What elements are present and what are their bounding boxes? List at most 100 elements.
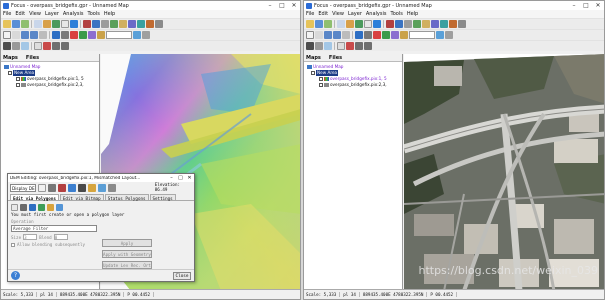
measure-icon[interactable]	[364, 31, 372, 39]
orange-tool-icon[interactable]	[449, 20, 457, 28]
tab-status-polygons[interactable]: Status Polygons	[104, 194, 149, 201]
globe-icon[interactable]	[70, 20, 78, 28]
polygon-layer-icon[interactable]	[38, 203, 45, 211]
menu-view[interactable]: View	[29, 11, 41, 17]
open-icon[interactable]	[306, 20, 314, 28]
area-checkbox[interactable]	[8, 71, 12, 75]
menu-file[interactable]: File	[3, 11, 11, 17]
pan-icon[interactable]	[12, 31, 20, 39]
layer1-checkbox[interactable]	[16, 77, 20, 81]
allow-blending-checkbox[interactable]	[11, 242, 15, 247]
pen-icon[interactable]	[38, 184, 46, 192]
shape-icon[interactable]	[324, 42, 332, 50]
polygon-icon[interactable]	[79, 31, 87, 39]
table-icon[interactable]	[364, 20, 372, 28]
purple-tool-icon[interactable]	[431, 20, 439, 28]
ortho-map-view[interactable]: https://blog.csdn.net/weixin_039	[404, 54, 604, 289]
draw-polygon-icon[interactable]	[20, 203, 27, 211]
scale-combo[interactable]	[106, 31, 132, 39]
delete-icon[interactable]	[43, 42, 51, 50]
size-spinbox[interactable]: 3	[23, 234, 38, 240]
menu-edit[interactable]: Edit	[318, 11, 328, 17]
tab-edit-via-polygons[interactable]: Edit via Polygons	[10, 194, 59, 201]
polygon-icon[interactable]	[382, 31, 390, 39]
layer-icon[interactable]	[43, 20, 51, 28]
brush-icon[interactable]	[88, 184, 96, 192]
pan-icon[interactable]	[315, 31, 323, 39]
red-pin-icon[interactable]	[58, 184, 66, 192]
grid-icon[interactable]	[337, 20, 345, 28]
menu-tools[interactable]: Tools	[391, 11, 403, 17]
purple-tool-icon[interactable]	[128, 20, 136, 28]
ruler-icon[interactable]	[142, 31, 150, 39]
red-tool-icon[interactable]	[83, 20, 91, 28]
dialog-minimize-icon[interactable]: –	[167, 175, 176, 181]
new-map-icon[interactable]	[324, 20, 332, 28]
misc-tool-icon[interactable]	[155, 20, 163, 28]
redo-icon[interactable]	[61, 42, 69, 50]
undo-icon[interactable]	[355, 42, 363, 50]
zoom-in-icon[interactable]	[324, 31, 332, 39]
draw-icon[interactable]	[3, 42, 11, 50]
display-dem-combo[interactable]: Display DEM	[10, 184, 36, 192]
text-icon[interactable]	[337, 42, 345, 50]
gray-tool-icon[interactable]	[101, 20, 109, 28]
menu-help[interactable]: Help	[104, 11, 115, 17]
tab-maps[interactable]: Maps	[3, 55, 18, 61]
maximize-icon[interactable]: □	[580, 1, 592, 10]
fit-icon[interactable]	[39, 31, 47, 39]
table-icon[interactable]	[61, 20, 69, 28]
menu-view[interactable]: View	[332, 11, 344, 17]
edit-icon[interactable]	[400, 31, 408, 39]
nav-icon[interactable]	[436, 31, 444, 39]
filter-dropdown[interactable]: Average Filter	[11, 225, 97, 232]
vertex-icon[interactable]	[88, 31, 96, 39]
minimize-icon[interactable]: –	[568, 1, 580, 10]
layer2-checkbox[interactable]	[319, 83, 323, 87]
cursor-icon[interactable]	[52, 31, 60, 39]
close-icon[interactable]: ✕	[592, 1, 604, 10]
cursor-icon[interactable]	[355, 31, 363, 39]
select-arrow-icon[interactable]	[306, 31, 314, 39]
tab-maps[interactable]: Maps	[306, 55, 321, 61]
line-icon[interactable]	[12, 42, 20, 50]
red-tool-icon[interactable]	[386, 20, 394, 28]
open-layer-icon[interactable]	[47, 203, 54, 211]
orthophoto-image[interactable]	[404, 54, 604, 289]
edit-icon[interactable]	[97, 31, 105, 39]
new-map-icon[interactable]	[21, 20, 29, 28]
menu-help[interactable]: Help	[407, 11, 418, 17]
layer2-checkbox[interactable]	[16, 83, 20, 87]
layer1-checkbox[interactable]	[319, 77, 323, 81]
layer-icon[interactable]	[346, 20, 354, 28]
help-icon[interactable]: ?	[11, 271, 20, 280]
area-checkbox[interactable]	[311, 71, 315, 75]
line-tool-icon[interactable]	[48, 184, 56, 192]
dialog-maximize-icon[interactable]: □	[176, 175, 185, 181]
gray-tool-icon[interactable]	[404, 20, 412, 28]
green-tool-icon[interactable]	[110, 20, 118, 28]
blend-spinbox[interactable]: 0	[53, 234, 68, 240]
text-icon[interactable]	[34, 42, 42, 50]
scale-combo[interactable]	[409, 31, 435, 39]
water-icon[interactable]	[98, 184, 106, 192]
globe-icon[interactable]	[373, 20, 381, 28]
teal-tool-icon[interactable]	[440, 20, 448, 28]
tree-layer-row[interactable]: overpass_bridgefix.pix:2,3,	[4, 82, 99, 88]
raster-icon[interactable]	[355, 20, 363, 28]
marker-icon[interactable]	[373, 31, 381, 39]
tab-edit-via-bitmap[interactable]: Edit via Bitmap	[59, 194, 104, 201]
fit-icon[interactable]	[342, 31, 350, 39]
tab-files[interactable]: Files	[329, 55, 342, 61]
select-polygon-icon[interactable]	[29, 203, 36, 211]
close-icon[interactable]: ✕	[288, 1, 300, 10]
yellow-tool-icon[interactable]	[119, 20, 127, 28]
raster-icon[interactable]	[52, 20, 60, 28]
update-button[interactable]: Update Lev Rec. Orth.	[102, 261, 152, 269]
menu-layer[interactable]: Layer	[348, 11, 362, 17]
teal-tool-icon[interactable]	[137, 20, 145, 28]
save-layer-icon[interactable]	[56, 203, 63, 211]
minimize-icon[interactable]: –	[264, 1, 276, 10]
save-icon[interactable]	[12, 20, 20, 28]
menu-tools[interactable]: Tools	[88, 11, 100, 17]
